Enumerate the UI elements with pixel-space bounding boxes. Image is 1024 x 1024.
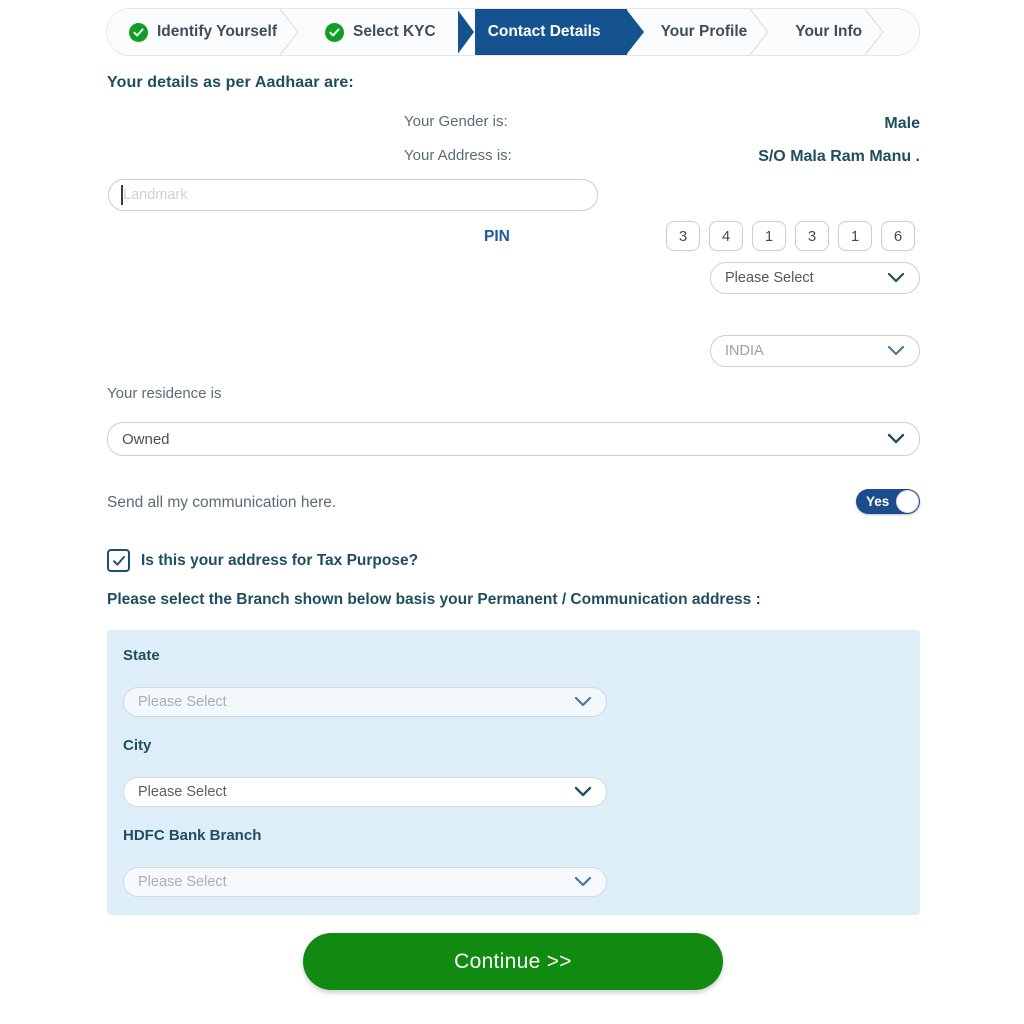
residence-select[interactable]: Owned bbox=[107, 422, 920, 456]
aadhaar-details-heading: Your details as per Aadhaar are: bbox=[107, 74, 354, 91]
step-separator-chevron-icon bbox=[750, 9, 770, 55]
step-label: Contact Details bbox=[487, 23, 601, 40]
hdfc-branch-value: Please Select bbox=[138, 874, 227, 890]
pin-digit[interactable]: 3 bbox=[666, 221, 700, 251]
chevron-down-icon bbox=[574, 696, 592, 708]
state-select-value: Please Select bbox=[725, 270, 814, 286]
country-select-value: INDIA bbox=[725, 343, 764, 359]
hdfc-branch-select[interactable]: Please Select bbox=[123, 867, 607, 897]
active-step-right-arrow-icon bbox=[625, 9, 645, 55]
tax-purpose-checkbox[interactable] bbox=[107, 549, 130, 572]
kyc-contact-details-page: Identify Yourself Select KYC Contact Det… bbox=[0, 0, 1024, 1024]
pin-label: PIN bbox=[484, 228, 510, 245]
communication-toggle[interactable]: Yes bbox=[856, 489, 920, 514]
pin-digit[interactable]: 4 bbox=[709, 221, 743, 251]
chevron-down-icon bbox=[887, 345, 905, 357]
step-your-info[interactable]: Your Info bbox=[769, 9, 885, 55]
branch-city-select[interactable]: Please Select bbox=[123, 777, 607, 807]
branch-city-label: City bbox=[123, 737, 152, 754]
stepper-tail bbox=[884, 9, 919, 55]
chevron-down-icon bbox=[887, 433, 905, 445]
step-select-kyc[interactable]: Select KYC bbox=[299, 9, 458, 55]
pin-digit[interactable]: 3 bbox=[795, 221, 829, 251]
active-step-left-notch-icon bbox=[456, 9, 475, 55]
state-select[interactable]: Please Select bbox=[710, 262, 920, 294]
step-contact-details[interactable]: Contact Details bbox=[456, 9, 644, 55]
pin-digit-group: 3 4 1 3 1 6 bbox=[666, 221, 915, 251]
tax-purpose-row[interactable]: Is this your address for Tax Purpose? bbox=[107, 549, 418, 572]
address-label: Your Address is: bbox=[404, 147, 512, 164]
tax-purpose-label: Is this your address for Tax Purpose? bbox=[141, 551, 419, 569]
address-value: S/O Mala Ram Manu . bbox=[758, 148, 920, 165]
gender-value: Male bbox=[884, 115, 920, 132]
check-circle-icon bbox=[129, 22, 148, 42]
pin-digit[interactable]: 1 bbox=[752, 221, 786, 251]
country-select[interactable]: INDIA bbox=[710, 335, 920, 367]
communication-label: Send all my communication here. bbox=[107, 494, 337, 511]
progress-stepper: Identify Yourself Select KYC Contact Det… bbox=[106, 8, 920, 56]
step-label: Select KYC bbox=[353, 23, 436, 40]
toggle-knob bbox=[896, 490, 919, 513]
hdfc-branch-label: HDFC Bank Branch bbox=[123, 827, 262, 844]
step-label: Identify Yourself bbox=[157, 23, 278, 40]
chevron-down-icon bbox=[574, 876, 592, 888]
chevron-down-icon bbox=[574, 786, 592, 798]
branch-state-value: Please Select bbox=[138, 694, 227, 710]
landmark-input[interactable] bbox=[108, 179, 598, 211]
branch-selection-panel: State Please Select City Please Select H… bbox=[107, 630, 920, 915]
chevron-down-icon bbox=[887, 272, 905, 284]
step-label: Your Info bbox=[795, 23, 863, 40]
residence-label: Your residence is bbox=[107, 385, 222, 402]
residence-select-value: Owned bbox=[122, 430, 170, 448]
branch-state-select[interactable]: Please Select bbox=[123, 687, 607, 717]
step-separator-chevron-icon bbox=[280, 9, 300, 55]
step-your-profile[interactable]: Your Profile bbox=[626, 9, 770, 55]
toggle-state-label: Yes bbox=[866, 494, 890, 509]
check-circle-icon bbox=[325, 22, 345, 42]
branch-section-heading: Please select the Branch shown below bas… bbox=[107, 591, 761, 608]
text-cursor-icon bbox=[121, 185, 123, 205]
pin-digit[interactable]: 1 bbox=[838, 221, 872, 251]
step-identify-yourself[interactable]: Identify Yourself bbox=[107, 9, 300, 55]
continue-button[interactable]: Continue >> bbox=[303, 933, 723, 990]
gender-label: Your Gender is: bbox=[404, 113, 508, 130]
branch-state-label: State bbox=[123, 647, 160, 664]
branch-city-value: Please Select bbox=[138, 784, 227, 800]
step-separator-chevron-icon bbox=[865, 9, 885, 55]
pin-digit[interactable]: 6 bbox=[881, 221, 915, 251]
step-label: Your Profile bbox=[660, 23, 748, 40]
